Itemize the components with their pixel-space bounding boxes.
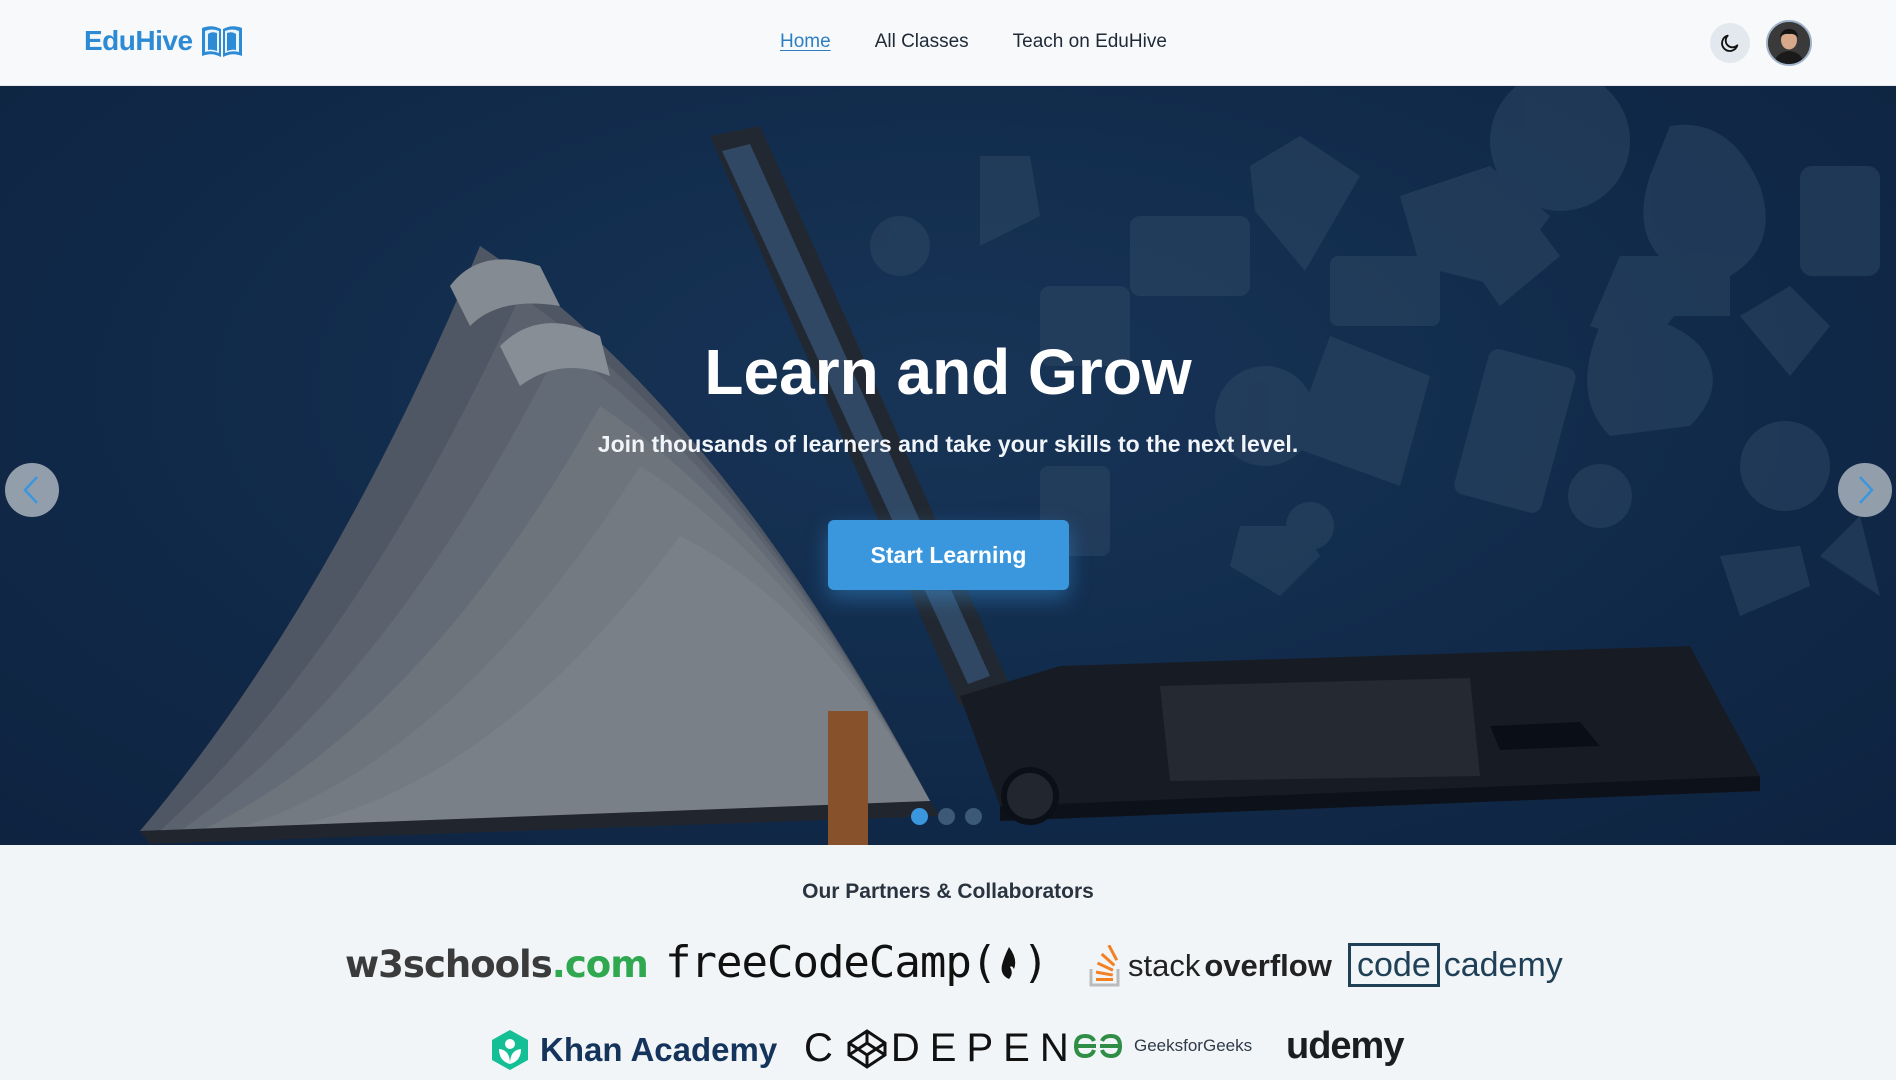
carousel-dot-2[interactable]: [938, 808, 955, 825]
nav-teach[interactable]: Teach on EduHive: [1013, 31, 1167, 53]
main-nav: Home All Classes Teach on EduHive: [780, 31, 1167, 53]
w3schools-suffix: .com: [551, 943, 649, 986]
hero-overlay: [0, 86, 1896, 845]
brand-logo-link[interactable]: EduHive: [84, 22, 245, 60]
w3schools-logo: w3schools .com: [345, 943, 649, 986]
carousel-dot-1[interactable]: [911, 808, 928, 825]
freecodecamp-text: freeCodeCamp(: [665, 937, 997, 988]
stackoverflow-light: stack: [1128, 948, 1201, 983]
carousel-prev-button[interactable]: [5, 463, 59, 517]
freecodecamp-logo: freeCodeCamp( ): [665, 937, 1049, 988]
hero-subtitle: Join thousands of learners and take your…: [597, 431, 1299, 457]
codepen-first-letter: C: [804, 1026, 843, 1070]
moon-icon: [1721, 34, 1739, 52]
codepen-cube-icon: [847, 1028, 887, 1069]
stackoverflow-logo: stack overflow: [1088, 945, 1332, 987]
codecademy-box-text: code: [1348, 943, 1440, 987]
stackoverflow-bold: overflow: [1204, 948, 1332, 983]
theme-toggle-button[interactable]: [1710, 23, 1750, 63]
nav-home[interactable]: Home: [780, 31, 831, 53]
open-book-icon: [201, 26, 242, 57]
codecademy-rest-text: cademy: [1443, 945, 1563, 984]
udemy-logo: udemy: [1286, 1025, 1404, 1068]
geeksforgeeks-logo: GeeksforGeeks: [1072, 1033, 1252, 1059]
partners-title: Our Partners & Collaborators: [802, 880, 1094, 903]
carousel-pagination: [911, 808, 982, 825]
stackoverflow-icon: [1089, 945, 1120, 987]
chevron-right-icon: [1859, 476, 1874, 504]
w3schools-text: w3schools: [345, 943, 553, 986]
carousel-dot-3[interactable]: [965, 808, 982, 825]
brand-name: EduHive: [84, 25, 193, 56]
codecademy-logo: code cademy: [1348, 943, 1563, 987]
flame-icon: [1002, 946, 1016, 979]
khan-academy-icon: [492, 1030, 528, 1070]
chevron-left-icon: [23, 476, 38, 504]
hero-carousel: Learn and Grow Join thousands of learner…: [0, 86, 1896, 845]
udemy-text: udemy: [1286, 1025, 1404, 1067]
hero-title: Learn and Grow: [704, 336, 1192, 408]
start-learning-button[interactable]: Start Learning: [828, 520, 1069, 590]
khan-academy-text: Khan Academy: [540, 1031, 778, 1068]
carousel-next-button[interactable]: [1838, 463, 1892, 517]
codepen-text: DEPEN: [890, 1026, 1079, 1070]
freecodecamp-end: ): [1022, 937, 1048, 988]
nav-all-classes[interactable]: All Classes: [875, 31, 969, 53]
user-avatar[interactable]: [1766, 20, 1812, 66]
khan-academy-logo: Khan Academy: [490, 1028, 777, 1072]
top-navbar: EduHive Home All Classes Teach on EduHiv…: [0, 0, 1896, 86]
geeksforgeeks-icon: [1073, 1033, 1123, 1059]
avatar-image: [1768, 22, 1810, 64]
geeksforgeeks-text: GeeksforGeeks: [1134, 1036, 1253, 1055]
codepen-logo: C DEPEN: [804, 1026, 1079, 1071]
partners-section: Our Partners & Collaborators w3schools .c…: [0, 845, 1896, 1080]
